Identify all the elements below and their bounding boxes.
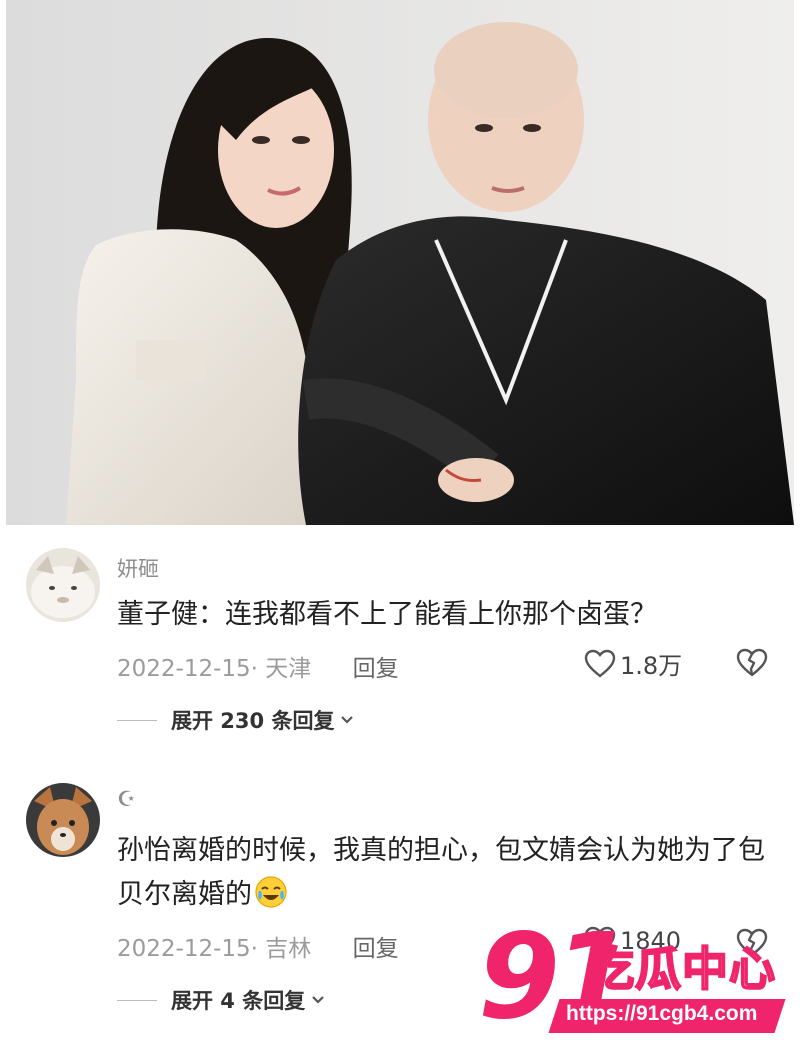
comment-text: 董子健：连我都看不上了能看上你那个卤蛋？ <box>117 599 657 630</box>
comment-date: 2022-12-15 <box>117 656 251 682</box>
comment-text: 孙怡离婚的时候，我真的担心，包文婧会认为她为了包贝尔离婚的 <box>117 829 777 917</box>
comment-meta: 2022-12-15· 天津 回复 <box>117 649 399 683</box>
crying-laugh-emoji <box>255 876 287 908</box>
comment-location: · 吉林 <box>250 936 312 962</box>
watermark-title: 吃瓜中心 <box>587 941 776 997</box>
heart-outline-icon <box>584 649 616 678</box>
username[interactable]: 妍砸 <box>117 553 159 583</box>
post-photo <box>6 0 794 525</box>
divider-line <box>117 719 157 721</box>
comment-text-body: 孙怡离婚的时候，我真的担心，包文婧会认为她为了包贝尔离婚的 <box>117 835 765 910</box>
comment-location: · 天津 <box>250 656 312 682</box>
expand-label: 展开 4 条回复 <box>171 989 306 1013</box>
comment-meta: 2022-12-15· 吉林 回复 <box>117 929 399 963</box>
comment-item: 妍砸 董子健：连我都看不上了能看上你那个卤蛋？ 2022-12-15· 天津 回… <box>0 525 800 745</box>
expand-replies-button[interactable]: 展开 230 条回复 <box>117 705 354 735</box>
expand-replies-button[interactable]: 展开 4 条回复 <box>117 985 325 1015</box>
broken-heart-icon <box>736 648 768 677</box>
username[interactable]: ☪ <box>117 787 136 811</box>
avatar[interactable] <box>26 783 100 857</box>
divider-line <box>117 999 157 1001</box>
watermark-logo: 91 吃瓜中心 https://91cgb4.com <box>478 907 798 1045</box>
expand-label: 展开 230 条回复 <box>171 709 335 733</box>
chevron-down-icon <box>341 716 354 724</box>
couple-photo-image <box>6 0 794 525</box>
like-count: 1.8万 <box>620 652 683 680</box>
comment-date: 2022-12-15 <box>117 936 251 962</box>
avatar[interactable] <box>26 548 100 622</box>
like-button[interactable]: 1.8万 <box>584 646 682 681</box>
watermark-url: https://91cgb4.com <box>566 1002 758 1025</box>
reply-button[interactable]: 回复 <box>353 936 399 962</box>
dislike-button[interactable] <box>736 648 768 682</box>
reply-button[interactable]: 回复 <box>353 656 399 682</box>
chevron-down-icon <box>312 996 325 1004</box>
